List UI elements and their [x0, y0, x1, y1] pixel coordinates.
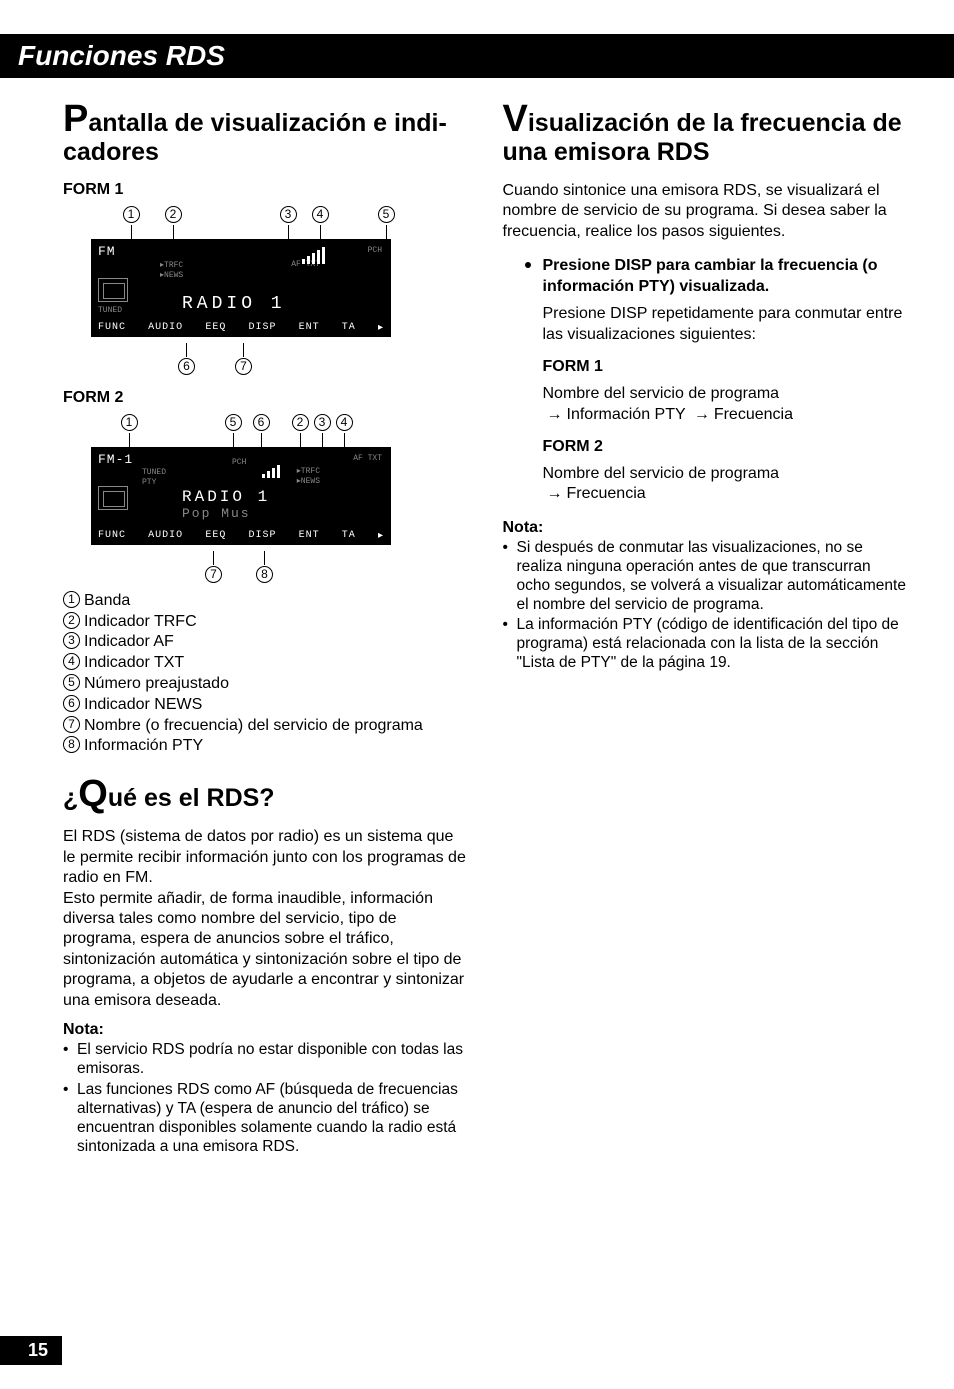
note-item: La información PTY (código de identifica… [517, 616, 907, 673]
legend-item: Indicador TRFC [84, 612, 197, 633]
step-block: Presione DISP para cambiar la frecuencia… [503, 256, 907, 505]
form1-callouts-bottom: 6 7 [178, 341, 467, 375]
right-intro: Cuando sintonice una emisora RDS, se vis… [503, 181, 907, 242]
display2-softkeys: FUNC AUDIO EEQ DISP ENT TA ▸ [98, 530, 384, 542]
form2-callouts-bottom: 7 8 [205, 549, 467, 583]
page-header: Funciones RDS [0, 34, 954, 78]
note-heading: Nota: [63, 1021, 467, 1039]
note-heading-right: Nota: [503, 519, 907, 537]
callout-7: 7 [235, 358, 252, 375]
callout-5b: 5 [225, 414, 242, 431]
content-columns: Pantalla de visualización e indi-cadores… [0, 78, 954, 1159]
header-title: Funciones RDS [18, 40, 225, 71]
callout-4: 4 [312, 206, 329, 223]
legend-item: Indicador AF [84, 632, 174, 653]
callout-2b: 2 [292, 414, 309, 431]
arrow-icon: → [694, 405, 710, 425]
form2-label-right: FORM 2 [543, 437, 907, 458]
form1-label-right: FORM 1 [543, 357, 907, 378]
callout-3b: 3 [314, 414, 331, 431]
note-list-left: •El servicio RDS podría no estar disponi… [63, 1041, 467, 1156]
right-column: Visualización de la frecuencia de una em… [503, 100, 907, 1159]
callout-8b: 8 [256, 566, 273, 583]
note-list-right: •Si después de conmutar las visualizacio… [503, 539, 907, 673]
callout-2: 2 [165, 206, 182, 223]
legend-num-6: 6 [63, 695, 80, 712]
form2-callouts-top: 1 5 6 2 3 4 [111, 413, 467, 447]
form1-line1: Nombre del servicio de programa [543, 384, 907, 404]
callout-5: 5 [378, 206, 395, 223]
display2-main-text: RADIO 1 [182, 488, 270, 506]
rds-paragraph-1: El RDS (sistema de datos por radio) es u… [63, 827, 467, 888]
form2-label: FORM 2 [63, 389, 467, 407]
legend-item: Nombre (o frecuencia) del servicio de pr… [84, 716, 423, 737]
section-visualizacion: Visualización de la frecuencia de una em… [503, 100, 907, 167]
callout-1: 1 [123, 206, 140, 223]
section-que-es-rds: ¿Qué es el RDS? [63, 775, 467, 813]
signal-bars-icon [302, 246, 325, 264]
display-form2: FM-1 TUNED PTY ▸TRFC ▸NEWS AF TXT PCH RA… [91, 447, 391, 545]
legend-num-4: 4 [63, 653, 80, 670]
note-item: Las funciones RDS como AF (búsqueda de f… [77, 1081, 467, 1157]
legend-num-3: 3 [63, 632, 80, 649]
legend-num-8: 8 [63, 736, 80, 753]
arrow-icon: → [547, 405, 563, 425]
tv-icon [98, 486, 128, 510]
callout-3: 3 [280, 206, 297, 223]
legend-item: Número preajustado [84, 674, 229, 695]
legend-item: Banda [84, 591, 130, 612]
display2-sub-text: Pop Mus [182, 506, 251, 521]
note-item: Si después de conmutar las visualizacion… [517, 539, 907, 615]
bullet-icon [525, 262, 531, 268]
legend-item: Indicador TXT [84, 653, 184, 674]
form1-callouts-top: 1 2 3 4 5 [111, 205, 467, 239]
page-number: 15 [0, 1336, 62, 1365]
legend-num-7: 7 [63, 716, 80, 733]
legend-num-2: 2 [63, 612, 80, 629]
form1-label: FORM 1 [63, 181, 467, 199]
callout-4b: 4 [336, 414, 353, 431]
callout-7b: 7 [205, 566, 222, 583]
left-column: Pantalla de visualización e indi-cadores… [63, 100, 467, 1159]
display1-main-text: RADIO 1 [182, 294, 286, 314]
display1-softkeys: FUNC AUDIO EEQ DISP ENT TA ▸ [98, 322, 384, 334]
section-pantalla: Pantalla de visualización e indi-cadores [63, 100, 467, 167]
signal-bars-icon [262, 464, 280, 478]
step-text: Presione DISP repetidamente para conmuta… [543, 304, 907, 346]
note-item: El servicio RDS podría no estar disponib… [77, 1041, 467, 1079]
callout-6b: 6 [253, 414, 270, 431]
callout-1b: 1 [121, 414, 138, 431]
step-bold: Presione DISP para cambiar la frecuencia… [543, 256, 907, 298]
form1-chain: →Información PTY →Frecuencia [543, 405, 907, 425]
legend-num-5: 5 [63, 674, 80, 691]
form2-chain: →Frecuencia [543, 484, 907, 504]
legend-list: 1Banda 2Indicador TRFC 3Indicador AF 4In… [63, 591, 467, 757]
form2-line1: Nombre del servicio de programa [543, 464, 907, 484]
tv-icon [98, 278, 128, 302]
callout-6: 6 [178, 358, 195, 375]
arrow-icon: → [547, 484, 563, 504]
rds-paragraph-2: Esto permite añadir, de forma inaudible,… [63, 889, 467, 1012]
legend-item: Información PTY [84, 736, 203, 757]
legend-num-1: 1 [63, 591, 80, 608]
display-form1: FM TUNED ▸TRFC ▸NEWS AF TXT PCH RADIO 1 … [91, 239, 391, 337]
legend-item: Indicador NEWS [84, 695, 202, 716]
